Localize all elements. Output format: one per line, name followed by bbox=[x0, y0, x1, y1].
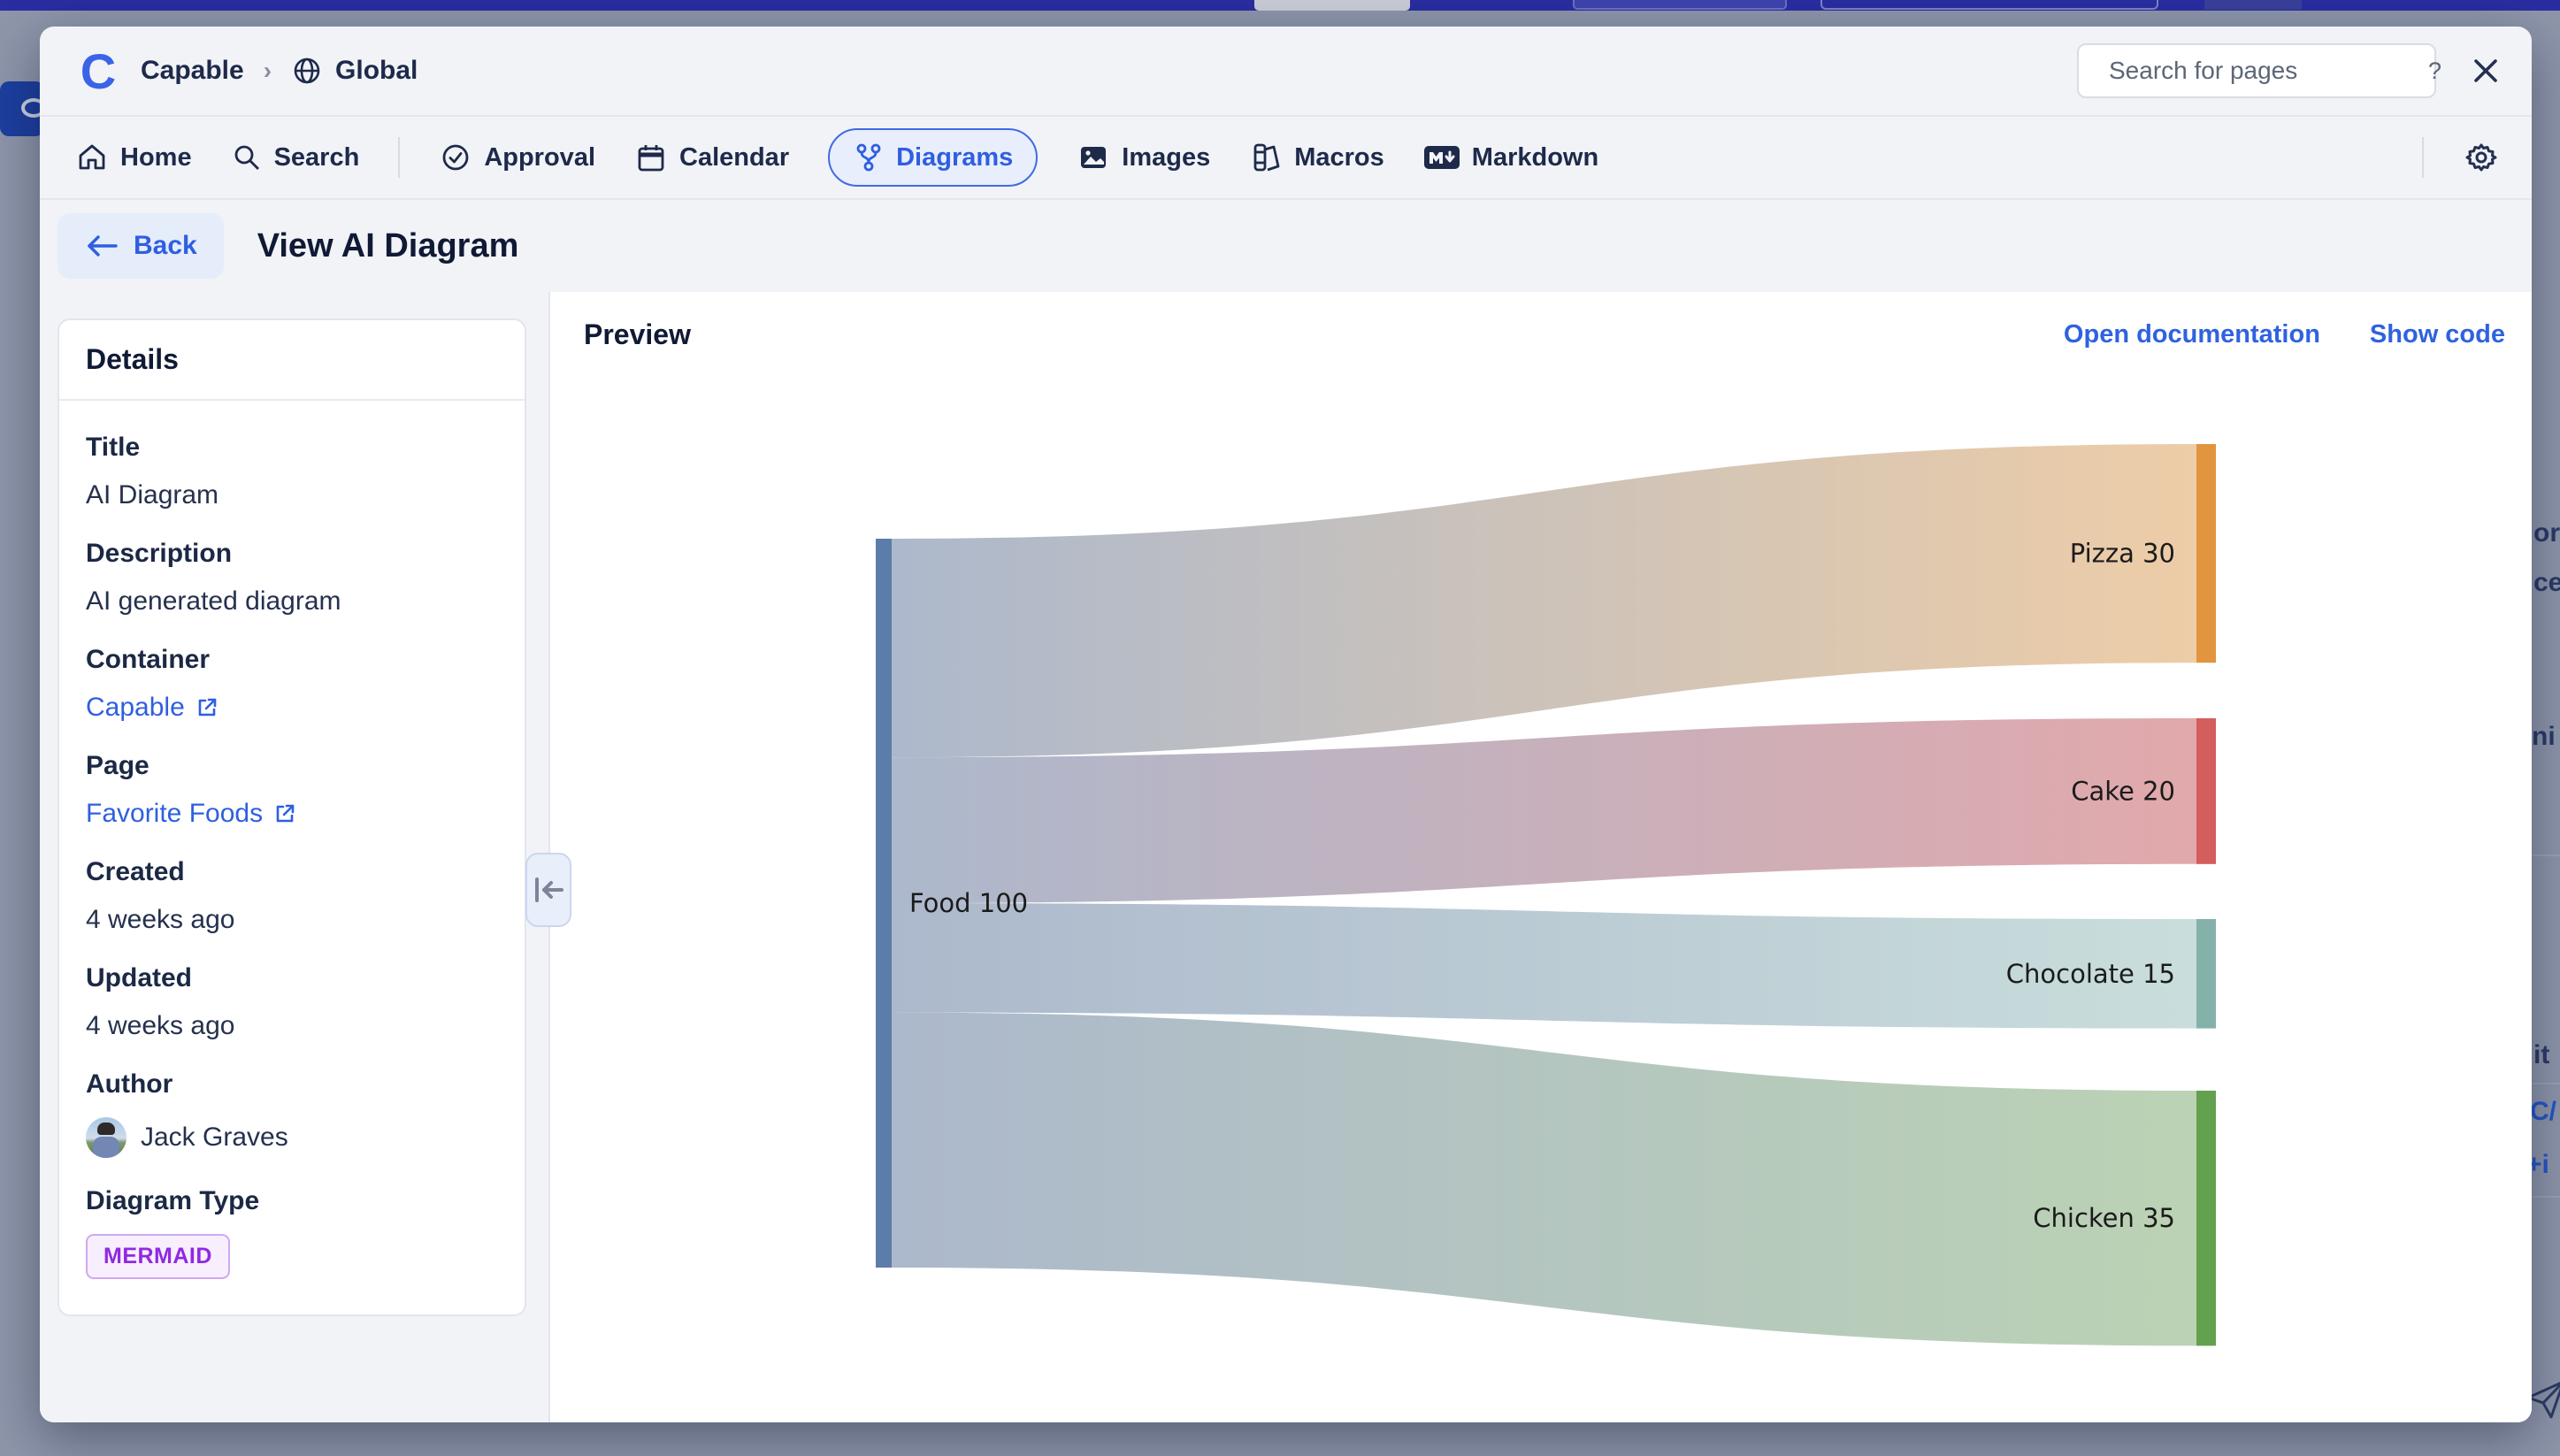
sankey-label-cake: Cake 20 bbox=[2071, 776, 2175, 806]
nav-item-home[interactable]: Home bbox=[75, 141, 192, 174]
sankey-label-food: Food 100 bbox=[909, 888, 1028, 918]
nav-item-markdown[interactable]: Markdown bbox=[1423, 143, 1598, 172]
field-diagram-type: Diagram Type MERMAID bbox=[86, 1186, 498, 1279]
field-page: Page Favorite Foods bbox=[86, 751, 498, 829]
breadcrumb-scope[interactable]: Global bbox=[335, 56, 418, 86]
field-description: Description AI generated diagram bbox=[86, 539, 498, 617]
check-circle-icon bbox=[439, 141, 472, 174]
page-search-box[interactable]: ? bbox=[2077, 43, 2436, 98]
preview-panel: Preview Open documentation Show code Piz… bbox=[550, 292, 2532, 1422]
diagram-type-badge: MERMAID bbox=[86, 1234, 230, 1279]
field-created: Created 4 weeks ago bbox=[86, 857, 498, 935]
nav-item-search[interactable]: Search bbox=[231, 142, 360, 173]
sankey-node-cake bbox=[2196, 718, 2216, 864]
background-input-fragment bbox=[1820, 0, 2158, 10]
field-updated: Updated 4 weeks ago bbox=[86, 963, 498, 1041]
collapse-sidebar-button[interactable] bbox=[525, 853, 571, 927]
sankey-node-food bbox=[876, 539, 892, 1268]
view-ai-diagram-modal: C Capable › Global ? Home bbox=[40, 27, 2532, 1422]
page-title: View AI Diagram bbox=[257, 227, 519, 265]
image-icon bbox=[1077, 141, 1110, 174]
modal-nav: Home Search Approval Calendar bbox=[40, 117, 2532, 200]
sankey-node-chicken bbox=[2196, 1091, 2216, 1345]
background-button-fragment bbox=[1573, 0, 1787, 10]
close-icon bbox=[2470, 55, 2502, 87]
nav-item-calendar[interactable]: Calendar bbox=[634, 141, 789, 174]
diagram-branch-icon bbox=[853, 142, 885, 173]
field-container: Container Capable bbox=[86, 645, 498, 723]
background-text-fragment: or bbox=[2533, 518, 2560, 548]
sankey-node-chocolate bbox=[2196, 919, 2216, 1029]
close-button[interactable] bbox=[2470, 55, 2502, 87]
background-text-fragment: it bbox=[2533, 1040, 2549, 1070]
capable-logo-icon: C bbox=[75, 48, 121, 94]
collapse-left-icon bbox=[531, 875, 566, 905]
external-link-icon bbox=[273, 802, 296, 825]
home-icon bbox=[75, 141, 109, 174]
arrow-left-icon bbox=[84, 233, 119, 259]
sankey-flow-pizza bbox=[892, 444, 2196, 757]
chevron-right-icon: › bbox=[264, 57, 272, 85]
sankey-label-chicken: Chicken 35 bbox=[2033, 1203, 2175, 1233]
background-button-fragment-2 bbox=[2204, 0, 2302, 10]
sankey-flow-chocolate bbox=[892, 903, 2196, 1029]
background-tab-fragment bbox=[1254, 0, 1410, 11]
page-link[interactable]: Favorite Foods bbox=[86, 799, 296, 829]
sankey-diagram: Pizza 30 Cake 20 Chocolate 15 Chicken 35 Foo… bbox=[550, 292, 2532, 1422]
nav-item-macros[interactable]: Macros bbox=[1249, 141, 1384, 174]
container-link[interactable]: Capable bbox=[86, 693, 218, 723]
calendar-icon bbox=[634, 141, 668, 174]
nav-item-approval[interactable]: Approval bbox=[439, 141, 595, 174]
details-card: Details Title AI Diagram Description AI … bbox=[57, 318, 526, 1316]
macro-book-icon bbox=[1249, 141, 1283, 174]
nav-item-diagrams-active[interactable]: Diagrams bbox=[828, 128, 1038, 187]
author-name: Jack Graves bbox=[141, 1123, 288, 1153]
back-button[interactable]: Back bbox=[57, 213, 224, 279]
toolbar: Back View AI Diagram bbox=[40, 200, 2532, 292]
search-icon bbox=[231, 142, 263, 173]
field-author: Author Jack Graves bbox=[86, 1069, 498, 1158]
sankey-node-pizza bbox=[2196, 444, 2216, 663]
modal-header: C Capable › Global ? bbox=[40, 27, 2532, 117]
background-text-fragment: ni bbox=[2532, 722, 2556, 752]
external-link-icon bbox=[195, 696, 218, 719]
nav-divider bbox=[398, 137, 400, 178]
details-panel: Details Title AI Diagram Description AI … bbox=[40, 292, 548, 1422]
background-left-button bbox=[0, 81, 44, 136]
details-heading: Details bbox=[59, 320, 525, 401]
markdown-icon bbox=[1423, 143, 1460, 172]
sankey-flow-chicken bbox=[892, 1013, 2196, 1346]
nav-divider bbox=[2422, 137, 2424, 178]
search-input[interactable] bbox=[2109, 57, 2428, 85]
search-shortcut-hint: ? bbox=[2428, 57, 2441, 85]
nav-item-images[interactable]: Images bbox=[1077, 141, 1210, 174]
gear-icon bbox=[2463, 139, 2500, 176]
sankey-label-pizza: Pizza 30 bbox=[2070, 539, 2175, 569]
settings-button[interactable] bbox=[2463, 139, 2500, 176]
content-area: Details Title AI Diagram Description AI … bbox=[40, 292, 2532, 1422]
field-title: Title AI Diagram bbox=[86, 433, 498, 510]
avatar bbox=[86, 1117, 126, 1158]
background-link-fragment: C/ bbox=[2530, 1097, 2556, 1127]
sankey-label-chocolate: Chocolate 15 bbox=[2006, 959, 2175, 989]
background-text-fragment: ce bbox=[2533, 568, 2560, 598]
breadcrumb-space[interactable]: Capable bbox=[141, 56, 244, 86]
globe-icon bbox=[291, 55, 323, 87]
